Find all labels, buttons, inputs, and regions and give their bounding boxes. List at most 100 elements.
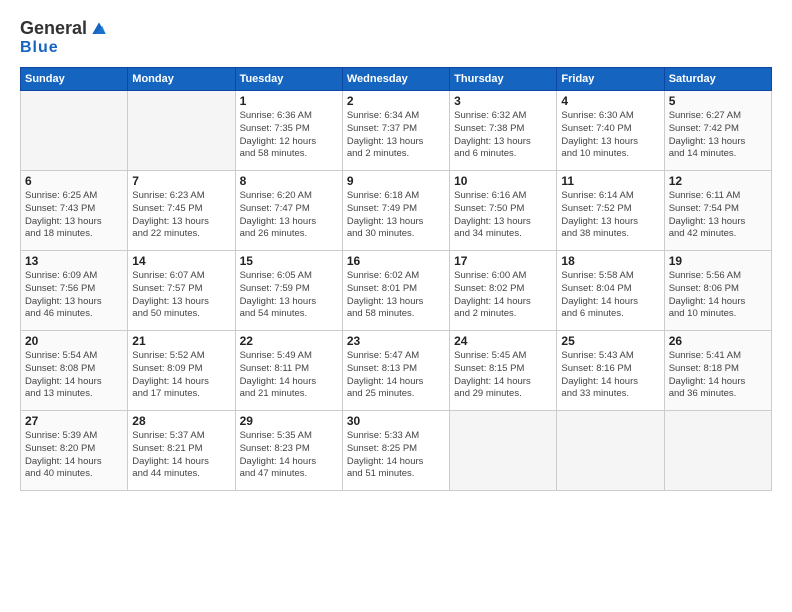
day-number: 14 — [132, 254, 230, 268]
calendar-cell: 12 Sunrise: 6:11 AM Sunset: 7:54 PM Dayli… — [664, 171, 771, 251]
calendar-cell: 27 Sunrise: 5:39 AM Sunset: 8:20 PM Dayli… — [21, 411, 128, 491]
day-number: 16 — [347, 254, 445, 268]
logo-blue-text: Blue — [20, 39, 59, 57]
day-number: 4 — [561, 94, 659, 108]
day-number: 17 — [454, 254, 552, 268]
day-number: 24 — [454, 334, 552, 348]
calendar-cell — [21, 91, 128, 171]
page: General Blue SundayMondayTuesdayWednesda… — [0, 0, 792, 612]
day-detail: Sunrise: 6:30 AM Sunset: 7:40 PM Dayligh… — [561, 110, 638, 159]
day-number: 10 — [454, 174, 552, 188]
calendar-cell: 25 Sunrise: 5:43 AM Sunset: 8:16 PM Dayli… — [557, 331, 664, 411]
calendar-cell — [664, 411, 771, 491]
header: General Blue — [20, 18, 772, 57]
day-number: 26 — [669, 334, 767, 348]
calendar-cell — [557, 411, 664, 491]
calendar-header-sunday: Sunday — [21, 68, 128, 91]
logo-icon — [89, 19, 109, 39]
day-detail: Sunrise: 6:36 AM Sunset: 7:35 PM Dayligh… — [240, 110, 317, 159]
calendar-cell: 22 Sunrise: 5:49 AM Sunset: 8:11 PM Dayli… — [235, 331, 342, 411]
day-detail: Sunrise: 6:14 AM Sunset: 7:52 PM Dayligh… — [561, 190, 638, 239]
day-number: 11 — [561, 174, 659, 188]
day-number: 22 — [240, 334, 338, 348]
day-detail: Sunrise: 5:45 AM Sunset: 8:15 PM Dayligh… — [454, 350, 531, 399]
calendar-header-wednesday: Wednesday — [342, 68, 449, 91]
day-detail: Sunrise: 5:39 AM Sunset: 8:20 PM Dayligh… — [25, 430, 102, 479]
day-number: 7 — [132, 174, 230, 188]
day-number: 23 — [347, 334, 445, 348]
day-detail: Sunrise: 6:05 AM Sunset: 7:59 PM Dayligh… — [240, 270, 317, 319]
day-detail: Sunrise: 6:16 AM Sunset: 7:50 PM Dayligh… — [454, 190, 531, 239]
calendar-week-row: 6 Sunrise: 6:25 AM Sunset: 7:43 PM Daylig… — [21, 171, 772, 251]
calendar-header-thursday: Thursday — [450, 68, 557, 91]
day-number: 5 — [669, 94, 767, 108]
day-number: 19 — [669, 254, 767, 268]
calendar-week-row: 13Sunrise: 6:09 AM Sunset: 7:56 PM Dayli… — [21, 251, 772, 331]
calendar-cell: 28 Sunrise: 5:37 AM Sunset: 8:21 PM Dayli… — [128, 411, 235, 491]
day-detail: Sunrise: 5:58 AM Sunset: 8:04 PM Dayligh… — [561, 270, 638, 319]
day-detail: Sunrise: 6:09 AM Sunset: 7:56 PM Dayligh… — [25, 270, 102, 319]
calendar-cell: 30 Sunrise: 5:33 AM Sunset: 8:25 PM Dayli… — [342, 411, 449, 491]
day-detail: Sunrise: 5:35 AM Sunset: 8:23 PM Dayligh… — [240, 430, 317, 479]
day-number: 18 — [561, 254, 659, 268]
day-detail: Sunrise: 5:33 AM Sunset: 8:25 PM Dayligh… — [347, 430, 424, 479]
day-number: 21 — [132, 334, 230, 348]
calendar-header-tuesday: Tuesday — [235, 68, 342, 91]
calendar-table: SundayMondayTuesdayWednesdayThursdayFrid… — [20, 67, 772, 491]
calendar-cell: 23 Sunrise: 5:47 AM Sunset: 8:13 PM Dayli… — [342, 331, 449, 411]
day-number: 9 — [347, 174, 445, 188]
day-number: 27 — [25, 414, 123, 428]
calendar-cell: 3Sunrise: 6:32 AM Sunset: 7:38 PM Daylig… — [450, 91, 557, 171]
calendar-cell: 11 Sunrise: 6:14 AM Sunset: 7:52 PM Dayli… — [557, 171, 664, 251]
day-detail: Sunrise: 6:11 AM Sunset: 7:54 PM Dayligh… — [669, 190, 746, 239]
day-detail: Sunrise: 5:47 AM Sunset: 8:13 PM Dayligh… — [347, 350, 424, 399]
day-detail: Sunrise: 5:37 AM Sunset: 8:21 PM Dayligh… — [132, 430, 209, 479]
calendar-cell: 24 Sunrise: 5:45 AM Sunset: 8:15 PM Dayli… — [450, 331, 557, 411]
calendar-cell: 29Sunrise: 5:35 AM Sunset: 8:23 PM Dayli… — [235, 411, 342, 491]
day-detail: Sunrise: 6:02 AM Sunset: 8:01 PM Dayligh… — [347, 270, 424, 319]
day-detail: Sunrise: 6:18 AM Sunset: 7:49 PM Dayligh… — [347, 190, 424, 239]
day-detail: Sunrise: 6:25 AM Sunset: 7:43 PM Dayligh… — [25, 190, 102, 239]
calendar-header-saturday: Saturday — [664, 68, 771, 91]
calendar-cell: 4 Sunrise: 6:30 AM Sunset: 7:40 PM Daylig… — [557, 91, 664, 171]
calendar-cell: 14Sunrise: 6:07 AM Sunset: 7:57 PM Dayli… — [128, 251, 235, 331]
day-detail: Sunrise: 6:27 AM Sunset: 7:42 PM Dayligh… — [669, 110, 746, 159]
calendar-cell: 8 Sunrise: 6:20 AM Sunset: 7:47 PM Daylig… — [235, 171, 342, 251]
logo: General Blue — [20, 18, 109, 57]
calendar-cell: 26Sunrise: 5:41 AM Sunset: 8:18 PM Dayli… — [664, 331, 771, 411]
calendar-cell: 6 Sunrise: 6:25 AM Sunset: 7:43 PM Daylig… — [21, 171, 128, 251]
day-number: 2 — [347, 94, 445, 108]
calendar-cell — [128, 91, 235, 171]
calendar-header-monday: Monday — [128, 68, 235, 91]
calendar-cell: 17 Sunrise: 6:00 AM Sunset: 8:02 PM Dayli… — [450, 251, 557, 331]
day-number: 15 — [240, 254, 338, 268]
day-detail: Sunrise: 5:56 AM Sunset: 8:06 PM Dayligh… — [669, 270, 746, 319]
calendar-week-row: 27 Sunrise: 5:39 AM Sunset: 8:20 PM Dayli… — [21, 411, 772, 491]
day-number: 25 — [561, 334, 659, 348]
day-detail: Sunrise: 6:00 AM Sunset: 8:02 PM Dayligh… — [454, 270, 531, 319]
day-number: 8 — [240, 174, 338, 188]
day-detail: Sunrise: 6:23 AM Sunset: 7:45 PM Dayligh… — [132, 190, 209, 239]
calendar-cell: 18 Sunrise: 5:58 AM Sunset: 8:04 PM Dayli… — [557, 251, 664, 331]
day-detail: Sunrise: 5:49 AM Sunset: 8:11 PM Dayligh… — [240, 350, 317, 399]
calendar-cell: 10 Sunrise: 6:16 AM Sunset: 7:50 PM Dayli… — [450, 171, 557, 251]
day-detail: Sunrise: 5:54 AM Sunset: 8:08 PM Dayligh… — [25, 350, 102, 399]
day-detail: Sunrise: 6:34 AM Sunset: 7:37 PM Dayligh… — [347, 110, 424, 159]
calendar-cell: 13Sunrise: 6:09 AM Sunset: 7:56 PM Dayli… — [21, 251, 128, 331]
day-number: 28 — [132, 414, 230, 428]
calendar-cell: 7 Sunrise: 6:23 AM Sunset: 7:45 PM Daylig… — [128, 171, 235, 251]
calendar-cell — [450, 411, 557, 491]
calendar-header-friday: Friday — [557, 68, 664, 91]
calendar-cell: 19 Sunrise: 5:56 AM Sunset: 8:06 PM Dayli… — [664, 251, 771, 331]
day-number: 6 — [25, 174, 123, 188]
day-number: 3 — [454, 94, 552, 108]
calendar-cell: 20Sunrise: 5:54 AM Sunset: 8:08 PM Dayli… — [21, 331, 128, 411]
logo-general-text: General — [20, 18, 87, 39]
day-number: 30 — [347, 414, 445, 428]
day-detail: Sunrise: 5:43 AM Sunset: 8:16 PM Dayligh… — [561, 350, 638, 399]
day-detail: Sunrise: 6:20 AM Sunset: 7:47 PM Dayligh… — [240, 190, 317, 239]
calendar-header-row: SundayMondayTuesdayWednesdayThursdayFrid… — [21, 68, 772, 91]
day-number: 12 — [669, 174, 767, 188]
calendar-cell: 15 Sunrise: 6:05 AM Sunset: 7:59 PM Dayli… — [235, 251, 342, 331]
calendar-cell: 21Sunrise: 5:52 AM Sunset: 8:09 PM Dayli… — [128, 331, 235, 411]
